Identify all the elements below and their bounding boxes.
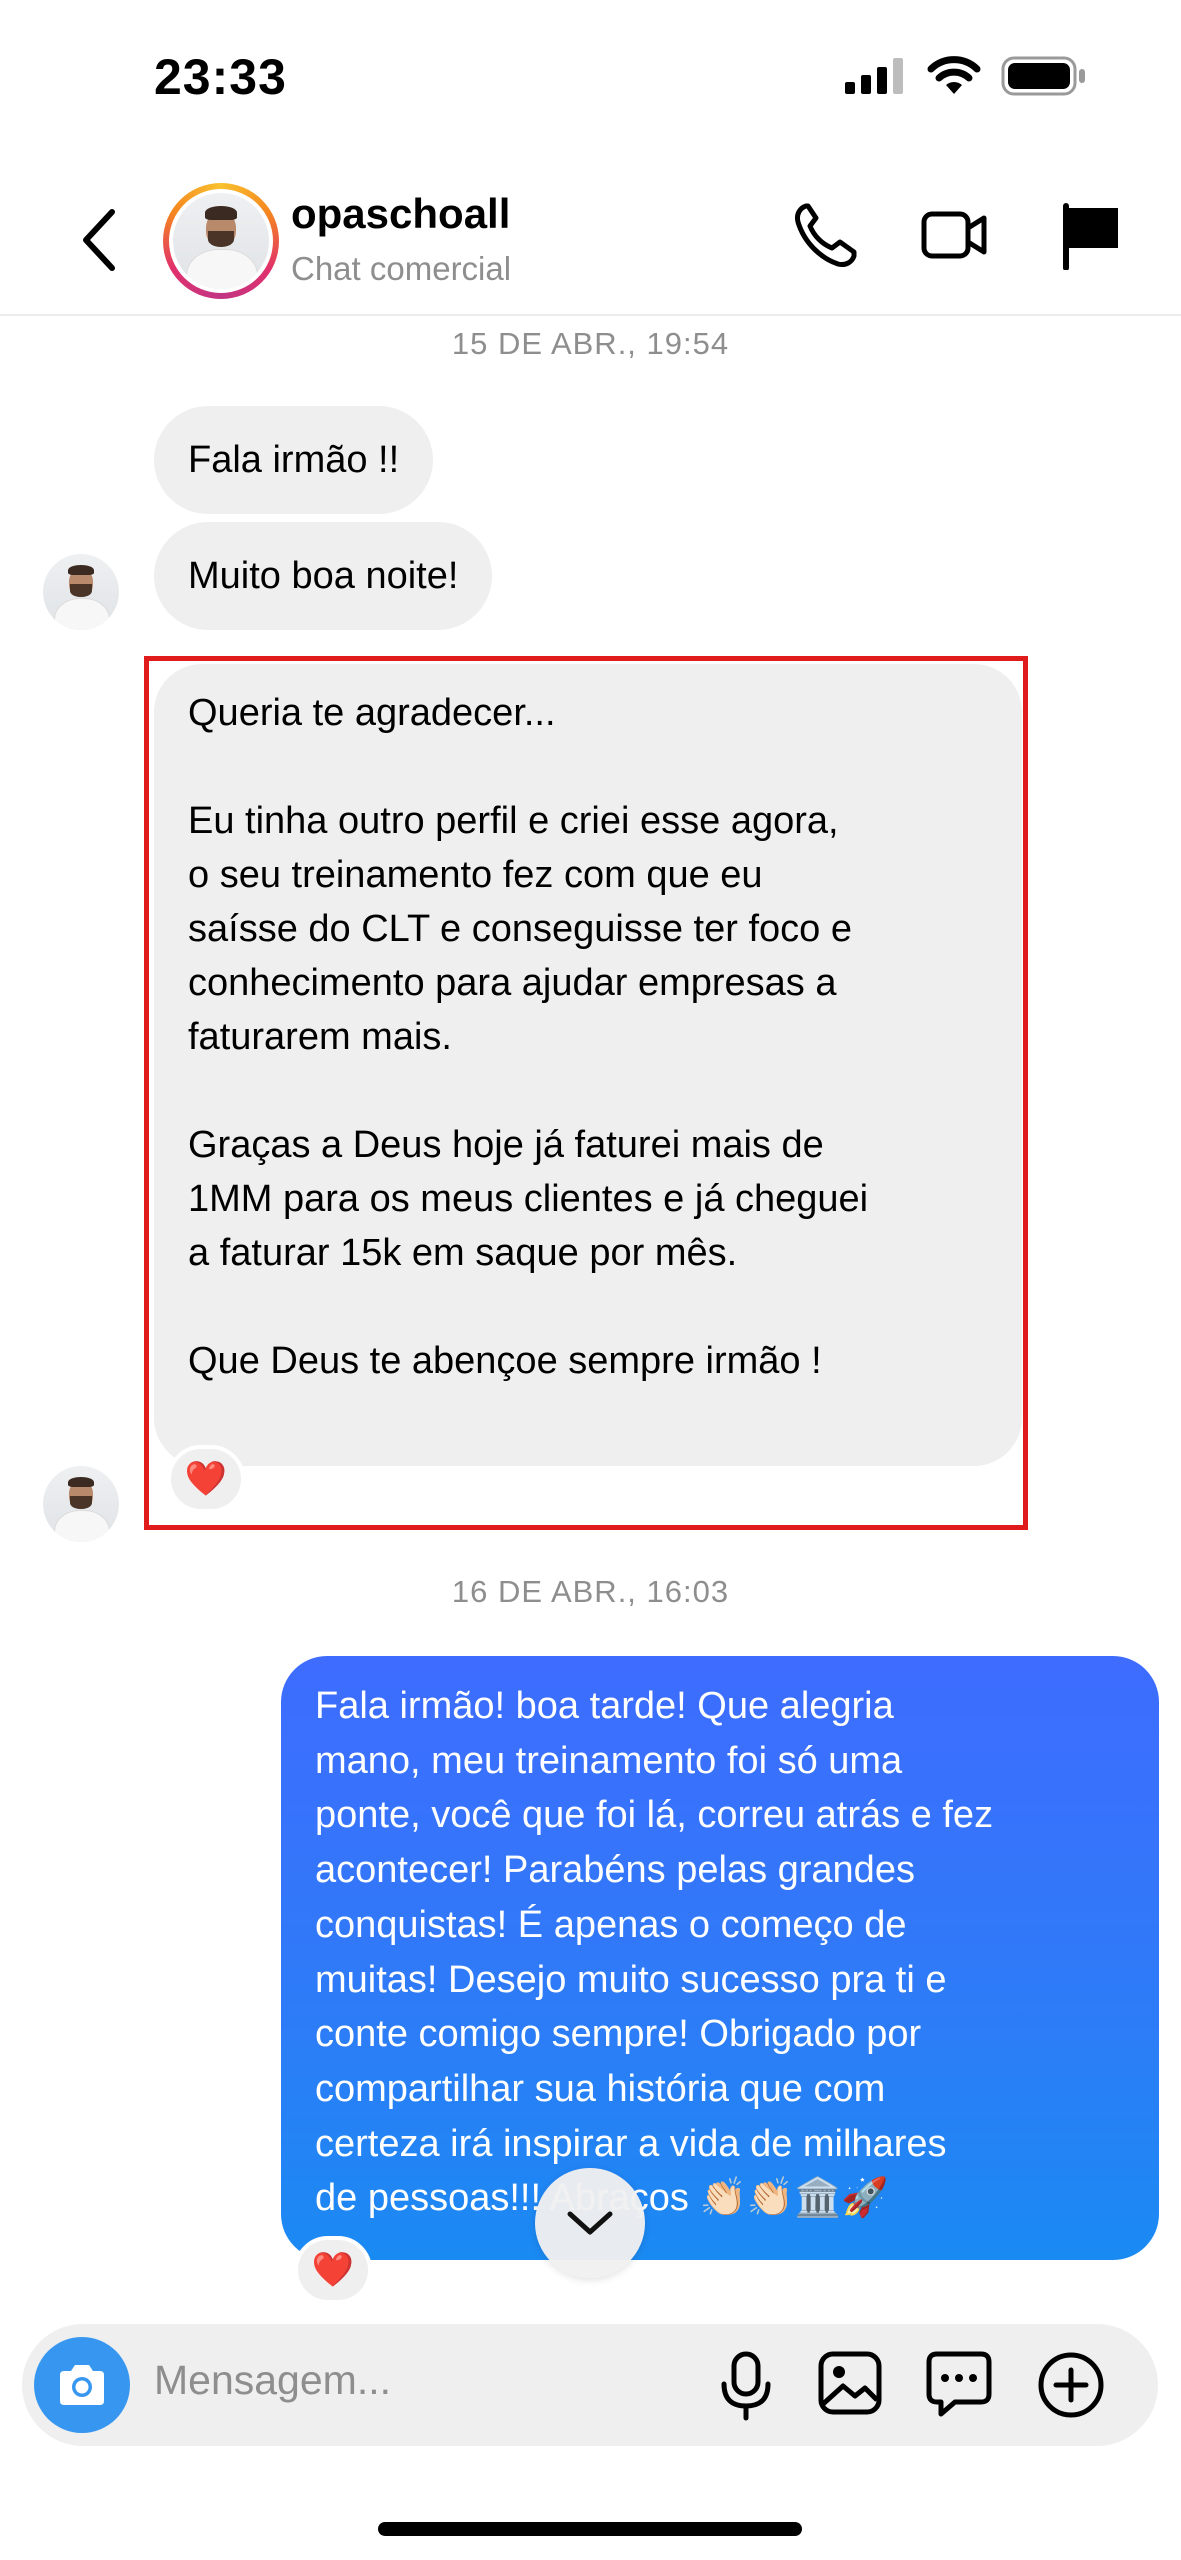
incoming-message[interactable]: Muito boa noite!	[154, 522, 493, 630]
camera-icon	[60, 2365, 104, 2405]
flag-icon[interactable]	[1060, 200, 1124, 270]
chat-subtitle: Chat comercial	[291, 250, 512, 287]
scroll-to-bottom-button[interactable]	[535, 2168, 645, 2278]
chevron-down-icon	[567, 2211, 613, 2235]
cellular-signal-icon	[845, 58, 903, 94]
avatar-photo	[173, 193, 269, 289]
date-separator: 15 DE ABR., 19:54	[451, 326, 730, 361]
image-icon[interactable]	[817, 2350, 883, 2416]
sender-avatar[interactable]	[43, 1466, 119, 1542]
outgoing-message[interactable]: Fala irmão! boa tarde! Que alegria mano,…	[281, 1656, 1159, 2260]
header-divider	[0, 314, 1181, 316]
home-indicator	[378, 2522, 802, 2536]
video-camera-icon[interactable]	[920, 200, 990, 270]
chat-sticker-icon[interactable]	[925, 2350, 993, 2418]
profile-avatar[interactable]	[163, 183, 279, 299]
phone-icon[interactable]	[792, 200, 858, 270]
heart-reaction[interactable]: ❤️	[294, 2236, 372, 2304]
back-chevron-icon[interactable]	[72, 200, 132, 280]
battery-icon	[1001, 56, 1085, 96]
status-icons	[845, 56, 1087, 96]
incoming-message[interactable]: Fala irmão !!	[154, 406, 434, 514]
chat-username[interactable]: opaschoall	[291, 190, 510, 238]
date-separator: 16 DE ABR., 16:03	[451, 1574, 730, 1609]
wifi-icon	[927, 56, 981, 94]
plus-circle-icon[interactable]	[1036, 2350, 1106, 2420]
highlight-box	[144, 656, 1028, 1530]
message-input[interactable]: Mensagem...	[154, 2357, 391, 2404]
camera-button[interactable]	[34, 2337, 130, 2433]
microphone-icon[interactable]	[718, 2350, 774, 2422]
sender-avatar[interactable]	[43, 554, 119, 630]
status-time: 23:33	[154, 49, 287, 105]
